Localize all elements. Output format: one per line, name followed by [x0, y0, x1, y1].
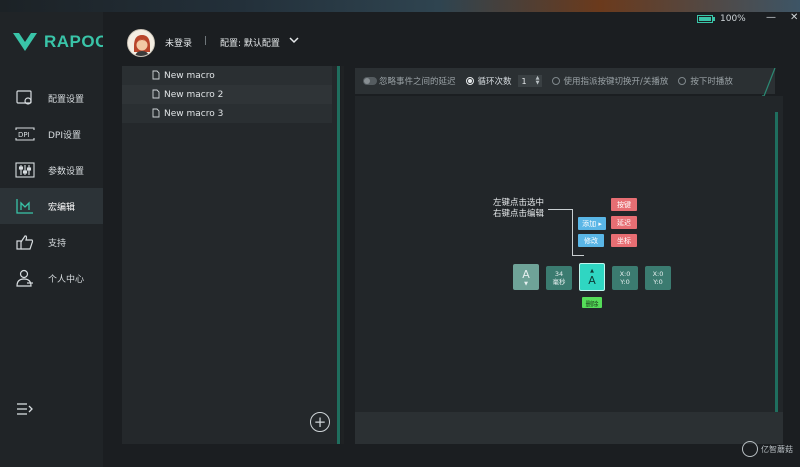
window-controls: — ✕	[766, 12, 798, 23]
sidebar-item-label: 宏编辑	[48, 202, 76, 213]
app-window: RAPOO 配置设置 DPI DPI设置 参数设置 宏编辑 支持 个人中心 未登…	[0, 12, 800, 467]
header-separator: |	[204, 36, 208, 46]
document-icon	[152, 70, 160, 80]
editor-scrollbar[interactable]	[775, 112, 778, 422]
config-selector[interactable]: 配置: 默认配置	[220, 36, 280, 49]
battery-indicator: 100%	[697, 14, 746, 24]
hold-play-radio[interactable]	[678, 77, 687, 85]
sidebar-item-macro[interactable]: 宏编辑	[0, 188, 103, 224]
logo: RAPOO	[12, 30, 109, 54]
key-event-card[interactable]: A ▼	[513, 264, 539, 290]
loop-count-radio[interactable]	[465, 77, 474, 85]
sidebar-item-config[interactable]: 配置设置	[0, 80, 103, 116]
sidebar-item-profile[interactable]: 个人中心	[0, 260, 103, 296]
coord-event-card[interactable]: X:0 Y:0	[645, 266, 671, 290]
document-icon	[152, 89, 160, 99]
macro-list: New macro New macro 2 New macro 3	[122, 66, 340, 123]
macro-list-panel: New macro New macro 2 New macro 3 +	[122, 66, 340, 444]
top-background-strip	[0, 0, 800, 12]
sidebar-item-label: 参数设置	[48, 166, 85, 177]
add-coord-button[interactable]: 坐标	[611, 234, 637, 247]
loop-count-option[interactable]: 循环次数 1 ▲ ▼	[465, 75, 542, 87]
macro-icon	[14, 197, 36, 215]
editor-bottom-bar	[355, 412, 783, 444]
macro-toolbar: 忽略事件之间的延迟 循环次数 1 ▲ ▼ 使用指派按键切换开/关播放 按下时播放	[355, 68, 775, 94]
thumbs-up-icon	[14, 233, 36, 251]
sliders-icon	[14, 161, 36, 179]
macro-list-scrollbar[interactable]	[337, 66, 340, 444]
header: 未登录 | 配置: 默认配置 100% — ✕	[103, 12, 800, 57]
arrow-down-icon: ▼	[524, 280, 528, 287]
menu-collapse-icon[interactable]	[16, 402, 34, 416]
user-icon	[14, 269, 36, 287]
sidebar-item-dpi[interactable]: DPI DPI设置	[0, 116, 103, 152]
dpi-icon: DPI	[14, 125, 36, 143]
add-delay-button[interactable]: 延迟	[611, 216, 637, 229]
battery-percent: 100%	[720, 14, 746, 24]
hint-line: 左键点击选中	[493, 198, 545, 208]
sidebar-nav: 配置设置 DPI DPI设置 参数设置 宏编辑 支持 个人中心	[0, 80, 103, 296]
sidebar-item-label: DPI设置	[48, 130, 82, 141]
delay-event-card[interactable]: 34 毫秒	[546, 266, 572, 290]
list-item[interactable]: New macro 2	[122, 85, 332, 104]
macro-name: New macro	[164, 70, 215, 81]
sidebar-item-label: 支持	[48, 238, 67, 249]
add-key-button[interactable]: 按键	[611, 198, 637, 211]
panel-divider	[341, 66, 344, 444]
delete-button[interactable]: 删除	[582, 297, 602, 308]
document-icon	[152, 108, 160, 118]
modify-button[interactable]: 修改	[578, 234, 604, 247]
close-button[interactable]: ✕	[790, 12, 798, 23]
toggle-play-label: 使用指派按键切换开/关播放	[563, 77, 669, 87]
logo-v-icon	[13, 33, 37, 51]
add-button[interactable]: 添加 ▸	[578, 217, 606, 230]
ignore-delay-label: 忽略事件之间的延迟	[379, 77, 456, 87]
watermark-logo-icon	[742, 441, 758, 457]
watermark: 亿智蘑菇	[742, 441, 793, 457]
ignore-delay-option[interactable]: 忽略事件之间的延迟	[363, 75, 456, 87]
user-name[interactable]: 未登录	[165, 36, 192, 49]
sidebar-item-params[interactable]: 参数设置	[0, 152, 103, 188]
macro-name: New macro 2	[164, 89, 224, 100]
toggle-play-option[interactable]: 使用指派按键切换开/关播放	[551, 75, 669, 87]
selected-key-card[interactable]: ▲ A	[579, 263, 605, 291]
list-item[interactable]: New macro 3	[122, 104, 332, 123]
chevron-down-icon[interactable]	[289, 35, 299, 45]
avatar-face-icon	[128, 30, 154, 56]
add-macro-button[interactable]: +	[310, 412, 330, 432]
coord-event-card[interactable]: X:0 Y:0	[612, 266, 638, 290]
minimize-button[interactable]: —	[766, 12, 776, 23]
sidebar: RAPOO 配置设置 DPI DPI设置 参数设置 宏编辑 支持 个人中心	[0, 12, 108, 467]
logo-text: RAPOO	[44, 32, 109, 51]
config-icon	[14, 89, 36, 107]
toolbar-accent-line	[762, 68, 776, 97]
loop-count-input[interactable]: 1 ▲ ▼	[517, 75, 542, 87]
usage-hint: 左键点击选中 右键点击编辑	[493, 198, 544, 220]
svg-text:DPI: DPI	[18, 131, 30, 139]
macro-name: New macro 3	[164, 108, 224, 119]
macro-editor-area[interactable]	[355, 96, 783, 422]
sidebar-item-label: 个人中心	[48, 274, 85, 285]
battery-icon	[697, 15, 713, 23]
hold-play-label: 按下时播放	[690, 77, 733, 87]
list-item[interactable]: New macro	[122, 66, 332, 85]
ignore-delay-toggle[interactable]	[363, 77, 377, 85]
sidebar-item-label: 配置设置	[48, 94, 85, 105]
loop-count-label: 循环次数	[477, 77, 512, 87]
stepper-arrows-icon[interactable]: ▲ ▼	[536, 76, 540, 86]
avatar[interactable]	[127, 29, 155, 57]
hint-line: 右键点击编辑	[493, 209, 545, 219]
hold-play-option[interactable]: 按下时播放	[678, 75, 733, 87]
sidebar-item-support[interactable]: 支持	[0, 224, 103, 260]
toggle-play-radio[interactable]	[551, 77, 560, 85]
